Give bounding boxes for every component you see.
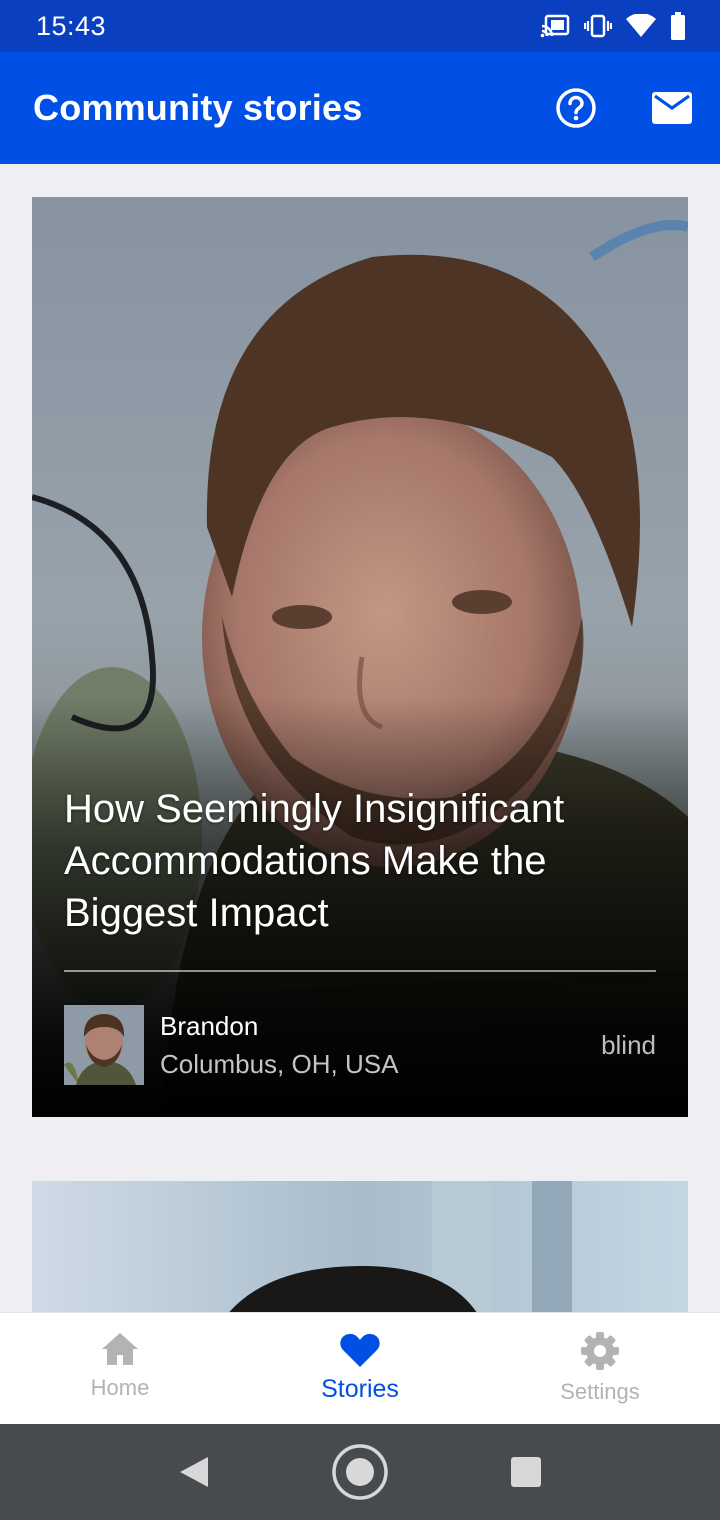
app-bar-actions <box>554 52 694 164</box>
story-tag: blind <box>601 1030 656 1060</box>
status-bar: 15:43 <box>0 0 720 52</box>
status-icons <box>540 12 686 40</box>
nav-label-stories: Stories <box>321 1375 399 1403</box>
system-home-button[interactable] <box>330 1442 390 1502</box>
home-icon <box>102 1333 138 1365</box>
system-back-button[interactable] <box>164 1442 224 1502</box>
nav-item-stories[interactable]: Stories <box>240 1313 480 1424</box>
story-card[interactable] <box>32 1181 688 1312</box>
recents-icon <box>511 1457 541 1487</box>
nav-item-settings[interactable]: Settings <box>480 1313 720 1424</box>
mail-button[interactable] <box>650 86 694 130</box>
nav-label-settings: Settings <box>560 1379 640 1404</box>
nav-label-home: Home <box>90 1375 150 1400</box>
gear-icon <box>581 1332 619 1370</box>
home-circle-icon <box>332 1444 388 1500</box>
help-icon <box>556 88 596 128</box>
mail-icon <box>652 92 692 124</box>
author-avatar <box>64 1005 144 1085</box>
cast-icon <box>540 14 570 38</box>
story-title: How Seemingly Insignificant Accommodatio… <box>64 787 565 935</box>
author-name: Brandon <box>160 1011 259 1041</box>
page-title: Community stories <box>33 87 363 128</box>
bottom-nav: Home Stories Settings <box>0 1312 720 1424</box>
wifi-icon <box>626 14 656 38</box>
author-location: Columbus, OH, USA <box>160 1049 399 1079</box>
card-divider <box>64 970 656 972</box>
battery-icon <box>670 12 686 40</box>
app-bar: Community stories <box>0 52 720 164</box>
vibrate-icon <box>584 14 612 38</box>
nav-item-home[interactable]: Home <box>0 1313 240 1424</box>
system-nav-bar <box>0 1424 720 1520</box>
back-icon <box>180 1457 208 1487</box>
story-feed[interactable]: How Seemingly Insignificant Accommodatio… <box>0 164 720 1312</box>
story-card[interactable]: How Seemingly Insignificant Accommodatio… <box>32 197 688 1117</box>
status-time: 15:43 <box>36 10 107 41</box>
story-photo <box>32 1181 688 1312</box>
heart-icon <box>340 1333 380 1367</box>
help-button[interactable] <box>554 86 598 130</box>
system-recents-button[interactable] <box>496 1442 556 1502</box>
